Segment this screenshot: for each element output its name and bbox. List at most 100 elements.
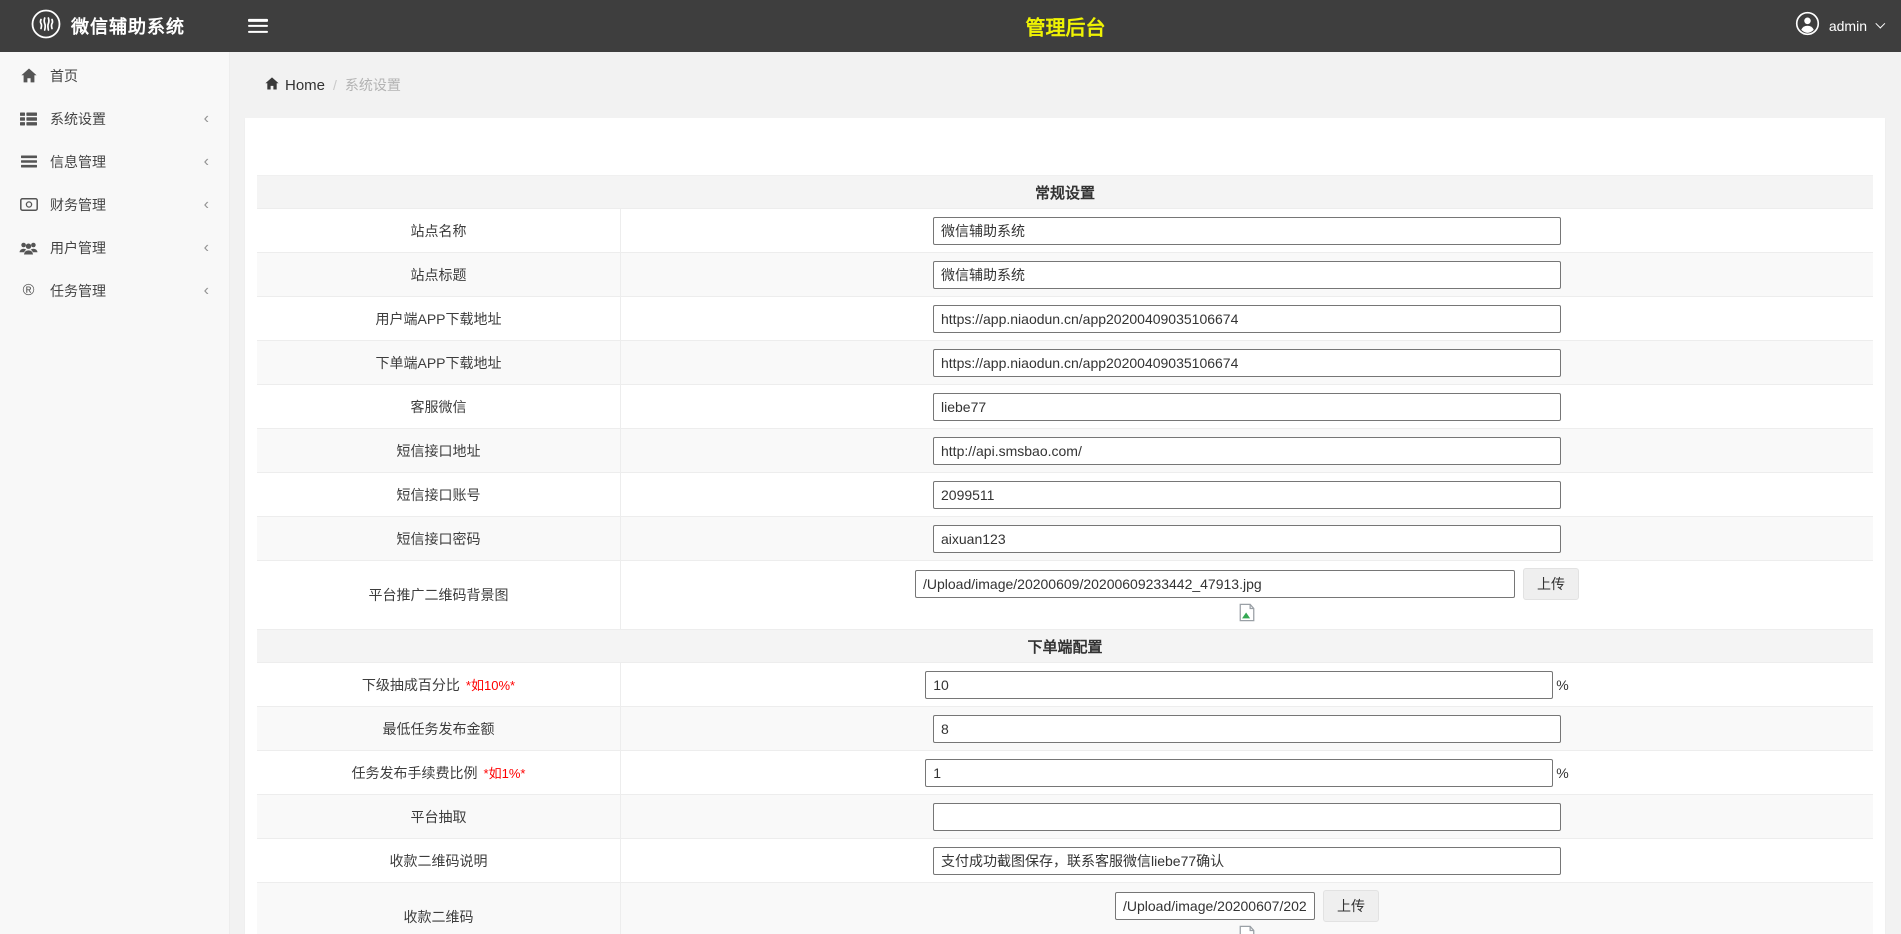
section-title: 常规设置 <box>1035 182 1095 203</box>
sidebar-item-label: 首页 <box>50 66 209 86</box>
main-area: Home / 系统设置 常规设置 站点名称 站点标题 <box>230 52 1901 934</box>
form-row-user-app-url: 用户端APP下载地址 <box>257 297 1873 341</box>
brand-title: 微信辅助系统 <box>71 13 185 39</box>
field-value-cell: % <box>621 751 1873 794</box>
breadcrumb: Home / 系统设置 <box>230 52 1901 118</box>
user-avatar-icon <box>1795 11 1820 41</box>
field-label-cell: 下单端APP下载地址 <box>257 341 621 384</box>
form-row-payment-qr: 收款二维码 上传 <box>257 883 1873 934</box>
users-icon <box>19 241 38 255</box>
sidebar-item-label: 财务管理 <box>50 195 204 215</box>
field-label: 站点名称 <box>411 221 467 241</box>
top-header: 微信辅助系统 管理后台 admin <box>0 0 1901 52</box>
chevron-left-icon: ‹ <box>204 240 209 256</box>
field-label: 短信接口地址 <box>397 441 481 461</box>
form-row-task-fee-percent: 任务发布手续费比例 *如1%* % <box>257 751 1873 795</box>
field-value-cell <box>621 341 1873 384</box>
brand[interactable]: 微信辅助系统 <box>0 0 230 52</box>
field-label: 收款二维码说明 <box>390 851 488 871</box>
field-value-cell <box>621 473 1873 516</box>
platform-cut-input[interactable] <box>933 803 1561 831</box>
home-icon <box>19 68 38 83</box>
breadcrumb-current: 系统设置 <box>345 75 401 95</box>
upload-button[interactable]: 上传 <box>1323 890 1379 922</box>
promo-qr-bg-input[interactable] <box>915 570 1515 598</box>
broken-image-icon <box>1238 925 1256 934</box>
field-label-cell: 短信接口地址 <box>257 429 621 472</box>
field-value-cell <box>621 517 1873 560</box>
sms-account-input[interactable] <box>933 481 1561 509</box>
field-label: 平台推广二维码背景图 <box>369 585 509 605</box>
form-row-site-title: 站点标题 <box>257 253 1873 297</box>
user-menu[interactable]: admin <box>1795 11 1881 41</box>
upload-button[interactable]: 上传 <box>1523 568 1579 600</box>
hamburger-menu-icon[interactable] <box>248 16 268 36</box>
sidebar-item-label: 系统设置 <box>50 109 204 129</box>
task-fee-percent-input[interactable] <box>925 759 1553 787</box>
commission-percent-input[interactable] <box>925 671 1553 699</box>
breadcrumb-home-label: Home <box>285 77 325 94</box>
sidebar-item-system-settings[interactable]: 系统设置 ‹ <box>0 97 229 140</box>
field-label-cell: 短信接口密码 <box>257 517 621 560</box>
form-row-payment-qr-note: 收款二维码说明 <box>257 839 1873 883</box>
min-task-amount-input[interactable] <box>933 715 1561 743</box>
broken-image-icon <box>1238 603 1256 622</box>
form-row-service-wechat: 客服微信 <box>257 385 1873 429</box>
page-title: 管理后台 <box>1026 12 1106 41</box>
field-hint: *如10%* <box>466 675 515 694</box>
breadcrumb-separator: / <box>333 77 337 93</box>
sidebar-item-label: 信息管理 <box>50 152 204 172</box>
sidebar-item-user-management[interactable]: 用户管理 ‹ <box>0 226 229 269</box>
field-label: 客服微信 <box>411 397 467 417</box>
field-label-cell: 收款二维码说明 <box>257 839 621 882</box>
chevron-left-icon: ‹ <box>204 283 209 299</box>
sms-api-url-input[interactable] <box>933 437 1561 465</box>
form-row-sms-password: 短信接口密码 <box>257 517 1873 561</box>
list-icon <box>19 155 38 168</box>
field-label: 最低任务发布金额 <box>383 719 495 739</box>
field-value-cell <box>621 297 1873 340</box>
field-value-cell <box>621 795 1873 838</box>
field-value-cell <box>621 707 1873 750</box>
settings-form: 常规设置 站点名称 站点标题 用户端APP下载地址 <box>257 175 1873 934</box>
sms-password-input[interactable] <box>933 525 1561 553</box>
field-value-cell: % <box>621 663 1873 706</box>
percent-suffix: % <box>1556 765 1568 781</box>
form-row-site-name: 站点名称 <box>257 209 1873 253</box>
field-value-cell: 上传 <box>621 883 1873 934</box>
user-app-url-input[interactable] <box>933 305 1561 333</box>
site-title-input[interactable] <box>933 261 1561 289</box>
sidebar-item-home[interactable]: 首页 <box>0 54 229 97</box>
sidebar-item-finance-management[interactable]: 财务管理 ‹ <box>0 183 229 226</box>
field-label: 短信接口账号 <box>397 485 481 505</box>
field-label-cell: 平台抽取 <box>257 795 621 838</box>
field-label-cell: 站点名称 <box>257 209 621 252</box>
header-main: 管理后台 admin <box>230 0 1901 52</box>
chevron-left-icon: ‹ <box>204 154 209 170</box>
form-row-sms-api-url: 短信接口地址 <box>257 429 1873 473</box>
field-label-cell: 站点标题 <box>257 253 621 296</box>
payment-qr-note-input[interactable] <box>933 847 1561 875</box>
sidebar-item-label: 用户管理 <box>50 238 204 258</box>
field-label-cell: 任务发布手续费比例 *如1%* <box>257 751 621 794</box>
sidebar-item-info-management[interactable]: 信息管理 ‹ <box>0 140 229 183</box>
chevron-left-icon: ‹ <box>204 197 209 213</box>
chevron-left-icon: ‹ <box>204 111 209 127</box>
field-label: 平台抽取 <box>411 807 467 827</box>
field-label-cell: 用户端APP下载地址 <box>257 297 621 340</box>
payment-qr-input[interactable] <box>1115 892 1315 920</box>
service-wechat-input[interactable] <box>933 393 1561 421</box>
breadcrumb-home[interactable]: Home <box>265 77 325 94</box>
field-label-cell: 客服微信 <box>257 385 621 428</box>
money-icon <box>19 198 38 211</box>
field-label: 用户端APP下载地址 <box>375 309 501 329</box>
order-app-url-input[interactable] <box>933 349 1561 377</box>
user-name: admin <box>1829 18 1867 34</box>
form-row-order-app-url: 下单端APP下载地址 <box>257 341 1873 385</box>
sidebar-item-task-management[interactable]: ® 任务管理 ‹ <box>0 269 229 312</box>
section-title: 下单端配置 <box>1027 636 1102 657</box>
registered-icon: ® <box>19 282 38 300</box>
site-name-input[interactable] <box>933 217 1561 245</box>
field-label: 下单端APP下载地址 <box>375 353 501 373</box>
field-label: 下级抽成百分比 <box>362 675 460 695</box>
